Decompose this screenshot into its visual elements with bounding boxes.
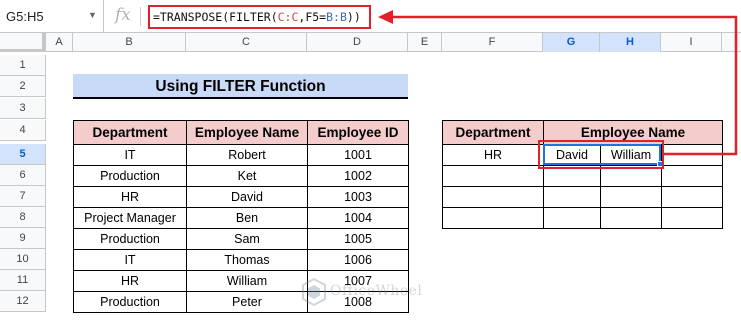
cell-empty[interactable] [442, 207, 544, 229]
row-header-4[interactable]: 4 [0, 120, 46, 141]
column-header-a[interactable]: A [46, 33, 73, 52]
cell-empty[interactable] [543, 207, 601, 229]
table-row [442, 207, 724, 229]
row-header-7[interactable]: 7 [0, 186, 46, 207]
result-header-row: Department Employee Name [442, 120, 724, 145]
column-header-e[interactable]: E [408, 33, 442, 52]
table-row: HR David William [442, 144, 724, 166]
column-header-h[interactable]: H [600, 33, 661, 52]
column-header-c[interactable]: C [186, 33, 307, 52]
cell-empty[interactable] [543, 165, 601, 187]
name-box[interactable]: G5:H5 ▼ [0, 0, 104, 33]
cell-g5[interactable]: David [543, 144, 601, 166]
table-row: IT Thomas 1006 [73, 249, 409, 271]
cell-empty[interactable] [600, 186, 662, 208]
cell-empty[interactable] [442, 186, 544, 208]
row-header-3[interactable]: 3 [0, 98, 46, 119]
cell-department[interactable]: Project Manager [73, 207, 187, 229]
column-header-i[interactable]: I [661, 33, 722, 52]
select-all-corner[interactable] [0, 33, 46, 52]
cell-h5[interactable]: William [600, 144, 662, 166]
cell-employee-name[interactable]: David [186, 186, 308, 208]
cell-department[interactable]: HR [73, 186, 187, 208]
row-header-1[interactable]: 1 [0, 55, 46, 76]
cell-empty[interactable] [660, 186, 724, 208]
cell-employee-id[interactable]: 1005 [307, 228, 409, 250]
cell-reference: G5:H5 [6, 9, 44, 24]
sheet-title: Using FILTER Function [73, 74, 408, 99]
cell-department[interactable]: IT [73, 249, 187, 271]
formula-range-c: C:C [277, 10, 299, 24]
formula-separator [140, 7, 141, 26]
cell-employee-name[interactable]: William [186, 270, 308, 292]
column-header-f[interactable]: F [442, 33, 543, 52]
table-row [442, 165, 724, 187]
cell-f5[interactable]: HR [442, 144, 544, 166]
formula-part-3: ,F5= [298, 10, 327, 24]
cell-employee-name[interactable]: Thomas [186, 249, 308, 271]
fx-icon: fx [115, 5, 131, 25]
header-department[interactable]: Department [442, 120, 544, 145]
table-row [442, 186, 724, 208]
result-table: Department Employee Name HR David Willia… [442, 120, 724, 229]
watermark-logo-icon [302, 278, 326, 306]
chevron-down-icon[interactable]: ▼ [88, 10, 97, 20]
source-header-row: Department Employee Name Employee ID [73, 120, 409, 145]
cell-empty[interactable] [543, 186, 601, 208]
row-header-11[interactable]: 11 [0, 270, 46, 291]
formula-bar: G5:H5 ▼ fx =TRANSPOSE(FILTER(C:C,F5=B:B)… [0, 0, 741, 33]
cell-employee-name[interactable]: Robert [186, 144, 308, 166]
fill-handle[interactable] [657, 161, 663, 167]
cell-employee-name[interactable]: Ben [186, 207, 308, 229]
row-header-6[interactable]: 6 [0, 165, 46, 186]
cell-employee-id[interactable]: 1001 [307, 144, 409, 166]
cell-employee-name[interactable]: Peter [186, 291, 308, 313]
column-header-b[interactable]: B [73, 33, 186, 52]
header-employee-name[interactable]: Employee Name [542, 120, 724, 145]
formula-part-5: )) [346, 10, 361, 24]
table-row: HR David 1003 [73, 186, 409, 208]
table-row: Production Ket 1002 [73, 165, 409, 187]
cell-department[interactable]: Production [73, 291, 187, 313]
formula-part-1: =TRANSPOSE(FILTER( [153, 10, 278, 24]
cell-department[interactable]: IT [73, 144, 187, 166]
cell-employee-id[interactable]: 1003 [307, 186, 409, 208]
cell-empty[interactable] [442, 165, 544, 187]
formula-range-b: B:B [326, 10, 347, 24]
cell-employee-id[interactable]: 1006 [307, 249, 409, 271]
cell-employee-id[interactable]: 1002 [307, 165, 409, 187]
table-row: IT Robert 1001 [73, 144, 409, 166]
row-header-9[interactable]: 9 [0, 228, 46, 249]
cell-department[interactable]: Production [73, 228, 187, 250]
cell-department[interactable]: Production [73, 165, 187, 187]
row-header-2[interactable]: 2 [0, 76, 46, 97]
row-header-12[interactable]: 12 [0, 291, 46, 312]
cell-employee-id[interactable]: 1004 [307, 207, 409, 229]
column-header-d[interactable]: D [307, 33, 408, 52]
cell-empty[interactable] [660, 207, 724, 229]
header-department[interactable]: Department [73, 120, 187, 145]
cell-empty[interactable] [600, 207, 662, 229]
header-employee-name[interactable]: Employee Name [186, 120, 308, 145]
row-header-5[interactable]: 5 [0, 144, 46, 165]
formula-input[interactable]: =TRANSPOSE(FILTER(C:C,F5=B:B)) [148, 5, 371, 29]
cell-i5[interactable] [660, 144, 724, 166]
table-row: Production Sam 1005 [73, 228, 409, 250]
cell-empty[interactable] [600, 165, 662, 187]
table-row: Project Manager Ben 1004 [73, 207, 409, 229]
header-employee-id[interactable]: Employee ID [307, 120, 409, 145]
cell-empty[interactable] [660, 165, 724, 187]
cell-employee-name[interactable]: Ket [186, 165, 308, 187]
watermark-text: OfficeWheel [330, 283, 423, 299]
row-header-10[interactable]: 10 [0, 249, 46, 270]
cell-employee-name[interactable]: Sam [186, 228, 308, 250]
row-header-8[interactable]: 8 [0, 207, 46, 228]
column-header-g[interactable]: G [543, 33, 600, 52]
cell-department[interactable]: HR [73, 270, 187, 292]
watermark: OfficeWheel [300, 277, 450, 307]
